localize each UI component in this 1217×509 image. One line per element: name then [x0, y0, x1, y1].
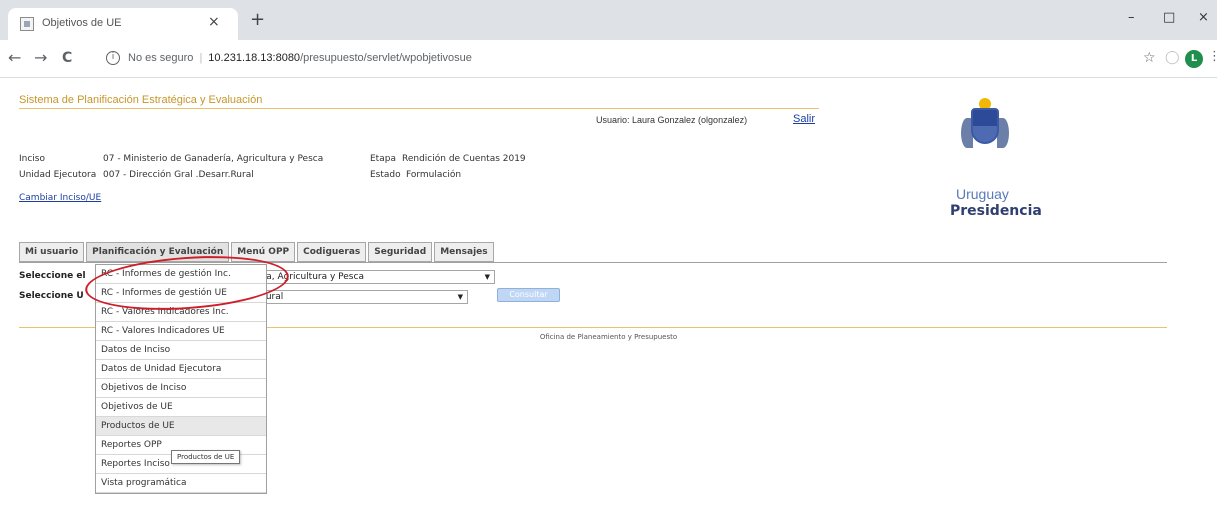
minimize-icon[interactable]: – — [1128, 10, 1135, 25]
close-window-icon[interactable]: × — [1198, 10, 1209, 25]
new-tab-button[interactable]: + — [250, 11, 265, 29]
browser-toolbar: ← → C i No es seguro | 10.231.18.13:8080/p… — [0, 40, 1217, 78]
tab-title: Objetivos de UE — [42, 17, 122, 29]
bookmark-star-icon[interactable]: ☆ — [1143, 50, 1156, 66]
info-icon[interactable]: i — [106, 51, 120, 65]
change-inciso-link[interactable]: Cambiar Inciso/UE — [19, 193, 101, 203]
address-separator: | — [199, 52, 203, 64]
address-bar[interactable]: i No es seguro | 10.231.18.13:8080/presupu… — [100, 45, 1100, 73]
dropdown-item-datos-ue[interactable]: Datos de Unidad Ejecutora — [96, 360, 266, 379]
security-label: No es seguro — [128, 52, 194, 64]
menu-tab-mensajes[interactable]: Mensajes — [434, 242, 494, 262]
user-label: Usuario: Laura Gonzalez (olgonzalez) — [596, 115, 748, 125]
consult-button-label: Consultar — [509, 290, 548, 299]
title-divider — [19, 108, 819, 109]
dropdown-item-vista-programatica[interactable]: Vista programática — [96, 474, 266, 493]
chevron-down-icon: ▼ — [457, 293, 463, 301]
reload-icon[interactable]: C — [62, 50, 72, 66]
dropdown-item-objetivos-ue[interactable]: Objetivos de UE — [96, 398, 266, 417]
etapa-label: Etapa — [370, 154, 396, 164]
dropdown-item-rc-valores-ue[interactable]: RC - Valores Indicadores UE — [96, 322, 266, 341]
address-path: /presupuesto/servlet/wpobjetivosue — [300, 52, 472, 64]
ue-label: Unidad Ejecutora — [19, 170, 97, 180]
address-host: 10.231.18.13:8080 — [208, 52, 301, 64]
address-text: No es seguro | 10.231.18.13:8080/presupues… — [128, 52, 472, 64]
extension-icon[interactable]: ◯ — [1165, 50, 1180, 65]
estado-label: Estado — [370, 170, 401, 180]
tooltip: Productos de UE — [171, 450, 241, 464]
maximize-icon[interactable]: □ — [1163, 10, 1175, 25]
page-favicon-icon — [20, 17, 34, 31]
presidency-logo: Uruguay Presidencia — [944, 96, 1044, 226]
back-icon[interactable]: ← — [8, 50, 21, 66]
tab-close-icon[interactable]: × — [208, 14, 220, 30]
menu-tab-codigueras[interactable]: Codigueras — [297, 242, 367, 262]
logout-link[interactable]: Salir — [793, 113, 815, 125]
etapa-value: Rendición de Cuentas 2019 — [402, 154, 526, 164]
chevron-down-icon: ▼ — [484, 273, 490, 281]
logo-country: Uruguay — [956, 186, 1009, 202]
inciso-label: Inciso — [19, 154, 46, 164]
ue-select[interactable]: Rural ▼ — [255, 290, 468, 304]
dropdown-item-datos-inciso[interactable]: Datos de Inciso — [96, 341, 266, 360]
select-ue-label: Seleccione U — [19, 291, 84, 301]
menu-tab-mi-usuario[interactable]: Mi usuario — [19, 242, 85, 262]
select-inciso-label: Seleccione el — [19, 271, 86, 281]
inciso-select[interactable]: ría, Agricultura y Pesca ▼ — [255, 270, 495, 284]
forward-icon[interactable]: → — [34, 50, 47, 66]
dropdown-item-productos-ue[interactable]: Productos de UE — [96, 417, 266, 436]
browser-tab[interactable]: Objetivos de UE × — [8, 8, 238, 40]
inciso-value: 07 - Ministerio de Ganadería, Agricultur… — [103, 154, 324, 164]
app-title: Sistema de Planificación Estratégica y E… — [19, 94, 263, 106]
ue-value: 007 - Dirección Gral .Desarr.Rural — [103, 170, 254, 180]
dropdown-item-objetivos-inciso[interactable]: Objetivos de Inciso — [96, 379, 266, 398]
estado-value: Formulación — [406, 170, 462, 180]
browser-tab-strip: Objetivos de UE × + – □ × — [0, 0, 1217, 40]
menu-tab-seguridad[interactable]: Seguridad — [368, 242, 433, 262]
logo-presidency: Presidencia — [950, 203, 1042, 219]
consult-button[interactable]: Consultar — [497, 288, 560, 302]
coat-of-arms-icon — [971, 108, 999, 144]
profile-avatar[interactable]: L — [1185, 50, 1203, 68]
browser-menu-icon[interactable]: ⋮ — [1208, 49, 1217, 64]
